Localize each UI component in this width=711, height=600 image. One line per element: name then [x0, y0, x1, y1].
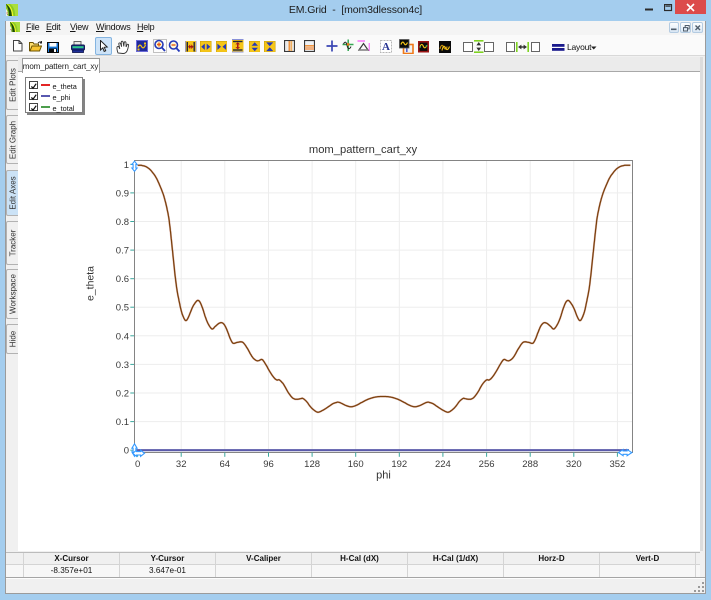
svg-text:0.1: 0.1 [116, 417, 129, 428]
svg-text:352: 352 [609, 459, 625, 470]
svg-text:0.2: 0.2 [116, 389, 129, 400]
svg-text:0.7: 0.7 [116, 246, 129, 257]
svg-text:160: 160 [348, 459, 364, 470]
svg-text:1: 1 [124, 160, 129, 171]
svg-text:64: 64 [220, 459, 231, 470]
svg-text:0.3: 0.3 [116, 360, 129, 371]
svg-text:0.9: 0.9 [116, 188, 129, 199]
svg-text:288: 288 [522, 459, 538, 470]
svg-text:192: 192 [391, 459, 407, 470]
svg-text:0: 0 [135, 459, 140, 470]
svg-text:0.8: 0.8 [116, 217, 129, 228]
svg-text:e_theta: e_theta [85, 266, 97, 301]
svg-text:256: 256 [479, 459, 495, 470]
svg-text:128: 128 [304, 459, 320, 470]
svg-text:224: 224 [435, 459, 451, 470]
svg-text:mom_pattern_cart_xy: mom_pattern_cart_xy [309, 144, 418, 156]
svg-text:0.4: 0.4 [116, 331, 129, 342]
svg-text:0.6: 0.6 [116, 274, 129, 285]
svg-text:phi: phi [376, 470, 391, 482]
svg-text:32: 32 [176, 459, 187, 470]
svg-text:0: 0 [124, 446, 129, 457]
svg-text:96: 96 [263, 459, 274, 470]
svg-text:320: 320 [566, 459, 582, 470]
svg-text:A: A [382, 41, 390, 53]
svg-text:0.5: 0.5 [116, 303, 129, 314]
